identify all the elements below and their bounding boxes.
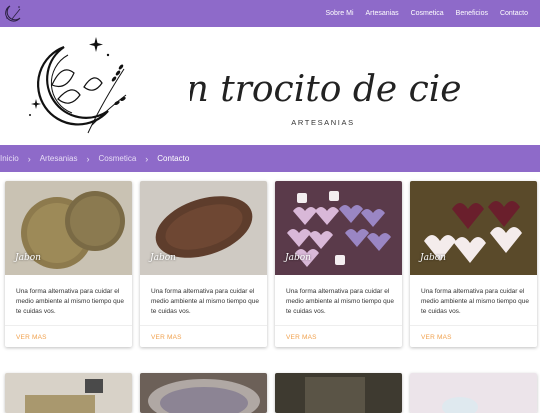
product-card: Jabon Una forma alternativa para cuidar …	[5, 181, 132, 347]
breadcrumb-artesanias[interactable]: Artesanias	[40, 154, 78, 163]
card-description: Una forma alternativa para cuidar el med…	[421, 288, 530, 315]
nav-link-artesanias[interactable]: Artesanias	[360, 10, 405, 17]
ver-mas-link[interactable]: VER MAS	[151, 334, 182, 341]
card-image-label: Jabon	[285, 253, 311, 263]
product-image-partial[interactable]	[275, 373, 402, 413]
nav-link-cosmetica[interactable]: Cosmetica	[405, 10, 450, 17]
card-image-label: Jabon	[15, 253, 41, 263]
card-image-label: Jabon	[420, 253, 446, 263]
nav-links: Sobre Mi Artesanias Cosmetica Beneficios…	[320, 0, 535, 27]
product-image-partial[interactable]	[140, 373, 267, 413]
nav-link-contacto[interactable]: Contacto	[494, 10, 534, 17]
card-image-label: Jabon	[150, 253, 176, 263]
breadcrumb-contacto[interactable]: Contacto	[157, 154, 189, 163]
product-card: Jabon Una forma alternativa para cuidar …	[410, 181, 537, 347]
card-footer: VER MAS	[5, 325, 132, 347]
brand-title-text: Un trocito de cielo	[190, 69, 460, 110]
product-image-partial[interactable]	[410, 373, 537, 413]
card-description: Una forma alternativa para cuidar el med…	[151, 288, 260, 315]
hero-banner: Un trocito de cielo ARTESANIAS	[0, 27, 540, 144]
ver-mas-link[interactable]: VER MAS	[16, 334, 47, 341]
nav-link-beneficios[interactable]: Beneficios	[450, 10, 494, 17]
breadcrumb-cosmetica[interactable]: Cosmetica	[98, 154, 136, 163]
ver-mas-link[interactable]: VER MAS	[421, 334, 452, 341]
product-image-partial[interactable]	[5, 373, 132, 413]
product-card: Jabon Una forma alternativa para cuidar …	[275, 181, 402, 347]
brand-subtitle: ARTESANIAS	[291, 118, 355, 127]
breadcrumb-inicio[interactable]: Inicio	[0, 154, 19, 163]
breadcrumb: Inicio › Artesanias › Cosmetica › Contac…	[0, 145, 540, 172]
moon-lavender-illustration	[29, 37, 127, 134]
ver-mas-link[interactable]: VER MAS	[286, 334, 317, 341]
card-footer: VER MAS	[275, 325, 402, 347]
brand-script-title: Un trocito de cielo	[190, 69, 460, 110]
card-description: Una forma alternativa para cuidar el med…	[16, 288, 125, 315]
card-description: Una forma alternativa para cuidar el med…	[286, 288, 395, 315]
chevron-right-icon: ›	[27, 153, 31, 164]
product-card: Jabon Una forma alternativa para cuidar …	[140, 181, 267, 347]
card-footer: VER MAS	[140, 325, 267, 347]
card-footer: VER MAS	[410, 325, 537, 347]
chevron-right-icon: ›	[145, 153, 149, 164]
moon-logo-icon[interactable]	[2, 2, 26, 25]
chevron-right-icon: ›	[86, 153, 90, 164]
nav-link-sobre-mi[interactable]: Sobre Mi	[320, 10, 360, 17]
top-navbar: Sobre Mi Artesanias Cosmetica Beneficios…	[0, 0, 540, 27]
